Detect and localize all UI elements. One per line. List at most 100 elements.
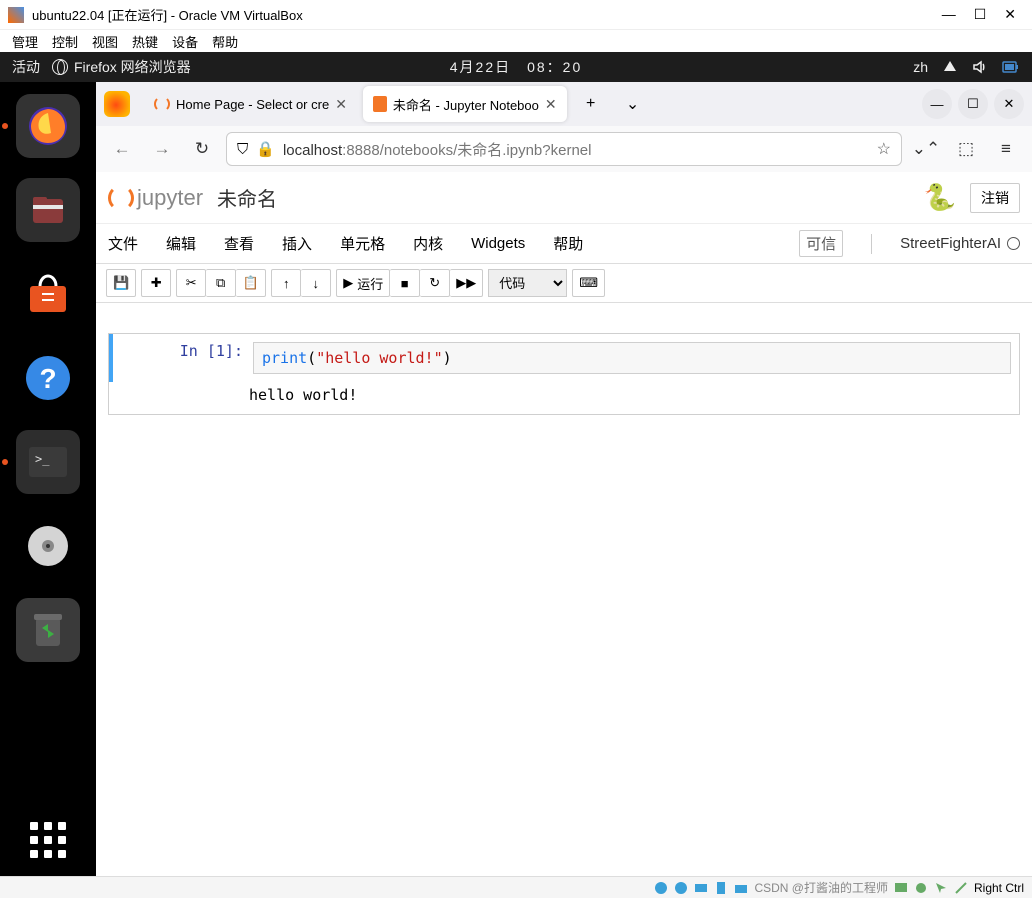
ubuntu-topbar: 活动 Firefox 网络浏览器 4月22日 08：20 zh (0, 52, 1032, 82)
code-input[interactable]: print("hello world!") (253, 342, 1011, 374)
virtualbox-statusbar: CSDN @打酱油的工程师 Right Ctrl (0, 876, 1032, 898)
vb-key-icon[interactable] (954, 881, 968, 895)
cell-type-select[interactable]: 代码 (488, 269, 567, 297)
minimize-button[interactable]: — (942, 6, 956, 23)
lang-indicator[interactable]: zh (913, 59, 928, 75)
restart-button[interactable]: ↻ (420, 269, 450, 297)
dock-apps-button[interactable] (30, 822, 66, 858)
vb-mouse-icon[interactable] (934, 881, 948, 895)
pocket-icon[interactable]: ⌄⌃ (910, 133, 942, 165)
copy-button[interactable]: ⧉ (206, 269, 236, 297)
menu-view[interactable]: 查看 (224, 233, 254, 254)
vb-menu-devices[interactable]: 设备 (172, 32, 198, 51)
ubuntu-activities[interactable]: 活动 (12, 57, 40, 77)
dock-disc[interactable] (16, 514, 80, 578)
tab-title: Home Page - Select or cre (176, 97, 329, 112)
kernel-name[interactable]: StreetFighterAI (900, 235, 1020, 252)
vb-menu-control[interactable]: 控制 (52, 32, 78, 51)
disc-icon (24, 522, 72, 570)
forward-button[interactable]: → (146, 133, 178, 165)
back-button[interactable]: ← (106, 133, 138, 165)
vb-menu-manage[interactable]: 管理 (12, 32, 38, 51)
vb-menu-help[interactable]: 帮助 (212, 32, 238, 51)
menu-kernel[interactable]: 内核 (413, 233, 443, 254)
jupyter-logo[interactable]: jupyter (108, 185, 203, 211)
menu-widgets[interactable]: Widgets (471, 235, 525, 252)
menu-button[interactable]: ≡ (990, 133, 1022, 165)
firefox-icon (27, 105, 69, 147)
vb-shared-icon[interactable] (734, 881, 748, 895)
dock-firefox[interactable] (16, 94, 80, 158)
vb-optical-icon[interactable] (674, 881, 688, 895)
tab-close-icon[interactable]: ✕ (545, 96, 557, 113)
dock-files[interactable] (16, 178, 80, 242)
fast-forward-button[interactable]: ▶▶ (450, 269, 483, 297)
tab-home[interactable]: Home Page - Select or cre ✕ (144, 86, 357, 122)
notebook-icon (373, 96, 387, 112)
menu-cell[interactable]: 单元格 (340, 233, 385, 254)
watermark-text: CSDN @打酱油的工程师 (754, 879, 888, 896)
ff-close-button[interactable]: ✕ (994, 89, 1024, 119)
bookmark-icon[interactable]: ☆ (877, 139, 891, 159)
url-path: :8888/notebooks/未命名.ipynb?kernel (342, 142, 591, 159)
help-icon: ? (24, 354, 72, 402)
reload-button[interactable]: ↻ (186, 133, 218, 165)
logout-button[interactable]: 注销 (970, 183, 1020, 213)
vb-menu-view[interactable]: 视图 (92, 32, 118, 51)
menu-file[interactable]: 文件 (108, 233, 138, 254)
vb-display-icon[interactable] (894, 881, 908, 895)
ff-minimize-button[interactable]: — (922, 89, 952, 119)
tabs-dropdown-icon[interactable]: ⌄ (615, 86, 651, 122)
host-key-label: Right Ctrl (974, 881, 1024, 895)
python-icon: 🐍 (924, 182, 956, 213)
url-host: localhost (283, 142, 342, 159)
add-cell-button[interactable]: ✚ (141, 269, 171, 297)
ubuntu-clock[interactable]: 4月22日 08：20 (450, 57, 583, 77)
maximize-button[interactable]: ☐ (974, 6, 987, 23)
url-input[interactable]: ⛉ 🔒 localhost:8888/notebooks/未命名.ipynb?k… (226, 132, 902, 166)
vb-usb-icon[interactable] (714, 881, 728, 895)
dock-terminal[interactable]: >_ (16, 430, 80, 494)
vb-hdd-icon[interactable] (654, 881, 668, 895)
ff-maximize-button[interactable]: ☐ (958, 89, 988, 119)
move-down-button[interactable]: ↓ (301, 269, 331, 297)
command-palette-button[interactable]: ⌨ (572, 269, 605, 297)
vb-menu-hotkeys[interactable]: 热键 (132, 32, 158, 51)
trust-badge[interactable]: 可信 (799, 230, 843, 257)
move-up-button[interactable]: ↑ (271, 269, 301, 297)
menu-help[interactable]: 帮助 (553, 233, 583, 254)
menu-edit[interactable]: 编辑 (166, 233, 196, 254)
new-tab-button[interactable]: + (573, 86, 609, 122)
vb-rec-icon[interactable] (914, 881, 928, 895)
jupyter-header: jupyter 未命名 🐍 注销 (96, 172, 1032, 224)
shield-icon[interactable]: ⛉ (237, 141, 248, 158)
menu-insert[interactable]: 插入 (282, 233, 312, 254)
jupyter-brand-text: jupyter (137, 185, 203, 211)
battery-icon[interactable] (1002, 59, 1020, 75)
lock-icon[interactable]: 🔒 (256, 140, 275, 158)
dock-help[interactable]: ? (16, 346, 80, 410)
dock-software[interactable] (16, 262, 80, 326)
cut-button[interactable]: ✂ (176, 269, 206, 297)
close-button[interactable]: ✕ (1004, 6, 1016, 23)
run-button[interactable]: ▶ 运行 (336, 269, 390, 297)
stop-button[interactable]: ■ (390, 269, 420, 297)
code-cell[interactable]: In [1]: print("hello world!") hello worl… (108, 333, 1020, 415)
globe-icon (52, 59, 68, 75)
dock-trash[interactable] (16, 598, 80, 662)
svg-text:?: ? (39, 363, 56, 394)
save-button[interactable]: 💾 (106, 269, 136, 297)
ubuntu-app-indicator[interactable]: Firefox 网络浏览器 (52, 57, 191, 77)
cell-output: hello world! (249, 386, 357, 404)
svg-text:>_: >_ (35, 452, 50, 466)
network-icon[interactable] (942, 59, 958, 75)
volume-icon[interactable] (972, 59, 988, 75)
vb-net-icon[interactable] (694, 881, 708, 895)
paste-button[interactable]: 📋 (236, 269, 266, 297)
tab-close-icon[interactable]: ✕ (335, 96, 347, 113)
tab-notebook[interactable]: 未命名 - Jupyter Noteboo ✕ (363, 86, 567, 122)
notebook-title[interactable]: 未命名 (217, 183, 277, 212)
virtualbox-logo-icon (8, 7, 24, 23)
ubuntu-dock: ? >_ (0, 82, 96, 876)
extension-icon[interactable]: ⬚ (950, 133, 982, 165)
